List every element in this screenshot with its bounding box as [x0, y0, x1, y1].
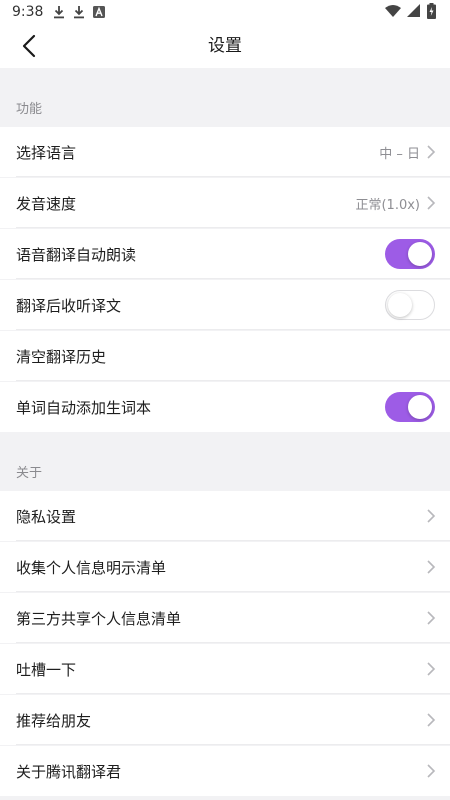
row-label: 发音速度 — [16, 194, 77, 213]
chevron-right-icon — [427, 713, 436, 727]
status-system-icons — [385, 3, 436, 19]
row-label: 关于腾讯翻译君 — [16, 762, 122, 781]
status-notification-icons — [53, 5, 106, 19]
page-title: 设置 — [208, 36, 242, 56]
wifi-icon — [385, 5, 401, 17]
row-label: 清空翻译历史 — [16, 347, 107, 366]
chevron-right-icon — [427, 611, 436, 625]
chevron-right-icon — [427, 560, 436, 574]
row-label: 语音翻译自动朗读 — [16, 245, 137, 264]
download-icon — [54, 6, 65, 19]
section-header-function: 功能 — [0, 68, 450, 127]
chevron-right-icon — [427, 764, 436, 778]
font-icon — [93, 6, 106, 18]
section-title: 关于 — [16, 466, 43, 481]
pronunciation-speed-row[interactable]: 发音速度 正常(1.0x) — [0, 178, 450, 228]
section-title: 功能 — [16, 102, 43, 117]
about-app-row[interactable]: 关于腾讯翻译君 — [0, 746, 450, 796]
row-label: 选择语言 — [16, 143, 77, 162]
privacy-settings-row[interactable]: 隐私设置 — [0, 491, 450, 541]
row-label: 单词自动添加生词本 — [16, 398, 152, 417]
row-value: 正常(1.0x) — [355, 197, 420, 213]
chevron-right-icon — [427, 509, 436, 523]
recommend-to-friends-row[interactable]: 推荐给朋友 — [0, 695, 450, 745]
row-label: 吐槽一下 — [16, 660, 77, 679]
personal-info-collection-list-row[interactable]: 收集个人信息明示清单 — [0, 542, 450, 592]
feedback-row[interactable]: 吐槽一下 — [0, 644, 450, 694]
battery-icon — [427, 3, 436, 19]
toggle-knob — [388, 293, 412, 317]
chevron-right-icon — [427, 145, 436, 159]
row-label: 隐私设置 — [16, 507, 77, 526]
download-icon — [74, 6, 85, 19]
listen-translation-toggle[interactable] — [385, 290, 435, 320]
status-bar: 9:38 — [0, 0, 450, 24]
clear-translation-history-row[interactable]: 清空翻译历史 — [0, 331, 450, 381]
toggle-knob — [408, 242, 432, 266]
auto-add-vocabulary-row: 单词自动添加生词本 — [0, 382, 450, 432]
toggle-knob — [408, 395, 432, 419]
section-header-about: 关于 — [0, 432, 450, 491]
auto-read-voice-translation-row: 语音翻译自动朗读 — [0, 229, 450, 279]
chevron-right-icon — [427, 662, 436, 676]
listen-after-translation-row: 翻译后收听译文 — [0, 280, 450, 330]
row-value: 中 – 日 — [379, 146, 420, 162]
auto-read-toggle[interactable] — [385, 239, 435, 269]
row-label: 翻译后收听译文 — [16, 296, 122, 315]
app-bar: 设置 — [0, 24, 450, 68]
auto-add-vocabulary-toggle[interactable] — [385, 392, 435, 422]
row-label: 推荐给朋友 — [16, 711, 92, 730]
select-language-row[interactable]: 选择语言 中 – 日 — [0, 127, 450, 177]
signal-icon — [407, 4, 420, 17]
chevron-right-icon — [427, 196, 436, 210]
status-time: 9:38 — [12, 4, 44, 20]
third-party-sharing-list-row[interactable]: 第三方共享个人信息清单 — [0, 593, 450, 643]
row-label: 第三方共享个人信息清单 — [16, 609, 182, 628]
row-label: 收集个人信息明示清单 — [16, 558, 167, 577]
